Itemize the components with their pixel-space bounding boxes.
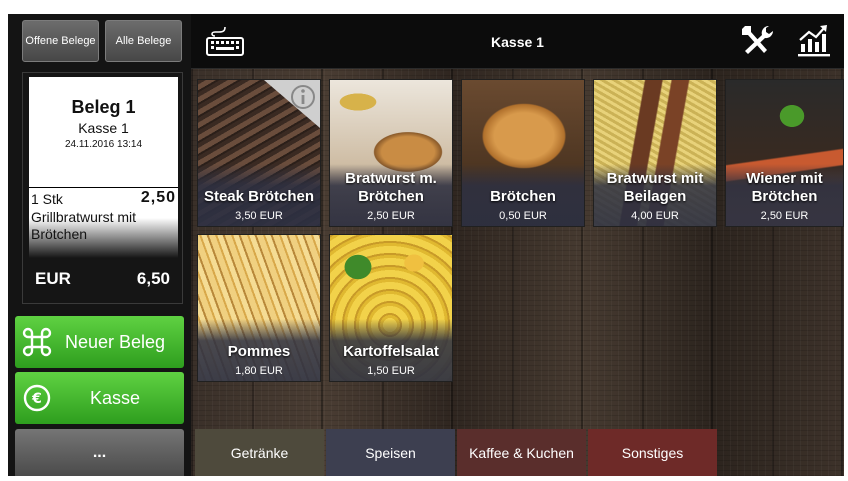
product-price: 1,50 EUR bbox=[367, 365, 415, 377]
tools-icon bbox=[742, 25, 774, 54]
product-name: Wiener mit Brötchen bbox=[746, 170, 823, 205]
receipt-panel[interactable]: Beleg 1 Kasse 1 24.11.2016 13:14 1 Stk 2… bbox=[22, 72, 183, 304]
product-price: 1,80 EUR bbox=[235, 365, 283, 377]
product-price: 2,50 EUR bbox=[760, 210, 809, 222]
statistics-button[interactable] bbox=[795, 22, 833, 58]
svg-text:€: € bbox=[31, 391, 42, 407]
more-button[interactable]: ... bbox=[15, 429, 184, 476]
product-price: 4,00 EUR bbox=[631, 210, 679, 222]
product-tile-broetchen[interactable]: Brötchen 0,50 EUR bbox=[461, 79, 585, 227]
receipt-datetime: 24.11.2016 13:14 bbox=[64, 139, 143, 150]
category-speisen[interactable]: Speisen bbox=[326, 429, 455, 476]
stats-icon bbox=[798, 25, 830, 57]
category-getraenke[interactable]: Getränke bbox=[195, 429, 324, 476]
receipt-currency: EUR bbox=[35, 269, 71, 288]
product-tile-steak-broetchen[interactable]: Steak Brötchen 3,50 EUR bbox=[197, 79, 321, 227]
new-receipt-label: Neuer Beleg bbox=[64, 331, 166, 352]
checkout-label: Kasse bbox=[89, 387, 141, 408]
product-name: Bratwurst mit Beilagen bbox=[606, 170, 704, 205]
settings-button[interactable] bbox=[737, 22, 777, 58]
product-name: Pommes bbox=[227, 343, 291, 360]
product-price: 0,50 EUR bbox=[499, 210, 547, 222]
product-tile-pommes[interactable]: Pommes 1,80 EUR bbox=[197, 234, 321, 382]
product-name: Brötchen bbox=[490, 188, 556, 205]
product-tile-bratwurst-broetchen[interactable]: Bratwurst m. Brötchen 2,50 EUR bbox=[329, 79, 453, 227]
receipt-register: Kasse 1 bbox=[78, 120, 129, 136]
category-kaffee-kuchen[interactable]: Kaffee & Kuchen bbox=[457, 429, 586, 476]
product-price: 2,50 EUR bbox=[367, 210, 415, 222]
top-bar: Kasse 1 bbox=[191, 14, 844, 69]
receipt-paper: Beleg 1 Kasse 1 24.11.2016 13:14 1 Stk 2… bbox=[29, 77, 178, 258]
command-icon bbox=[20, 325, 54, 359]
open-receipts-button[interactable]: Offene Belege bbox=[22, 20, 99, 62]
product-tile-wiener-broetchen[interactable]: Wiener mit Brötchen 2,50 EUR bbox=[725, 79, 844, 227]
category-sonstiges[interactable]: Sonstiges bbox=[588, 429, 717, 476]
product-name: Bratwurst m. Brötchen bbox=[345, 170, 437, 205]
product-price: 3,50 EUR bbox=[235, 210, 283, 222]
receipt-line-qty: 1 Stk bbox=[31, 191, 63, 207]
checkout-button[interactable]: € Kasse bbox=[15, 372, 184, 424]
info-icon[interactable] bbox=[264, 80, 320, 128]
pos-screen: Kasse 1 Offene Belege Alle Belege Beleg … bbox=[8, 14, 844, 476]
new-receipt-button[interactable]: Neuer Beleg bbox=[15, 316, 184, 368]
all-receipts-button[interactable]: Alle Belege bbox=[105, 20, 182, 62]
euro-icon: € bbox=[20, 381, 54, 415]
receipt-divider bbox=[29, 187, 178, 188]
receipt-total: 6,50 bbox=[136, 269, 170, 288]
receipt-title: Beleg 1 bbox=[71, 97, 136, 117]
product-name: Steak Brötchen bbox=[203, 188, 315, 205]
product-tile-bratwurst-beilagen[interactable]: Bratwurst mit Beilagen 4,00 EUR bbox=[593, 79, 717, 227]
receipt-line-price: 2,50 bbox=[140, 189, 176, 206]
receipt-fade bbox=[29, 218, 178, 258]
left-panel: Offene Belege Alle Belege Beleg 1 Kasse … bbox=[8, 14, 191, 476]
product-tile-kartoffelsalat[interactable]: Kartoffelsalat 1,50 EUR bbox=[329, 234, 453, 382]
product-name: Kartoffelsalat bbox=[343, 343, 439, 360]
